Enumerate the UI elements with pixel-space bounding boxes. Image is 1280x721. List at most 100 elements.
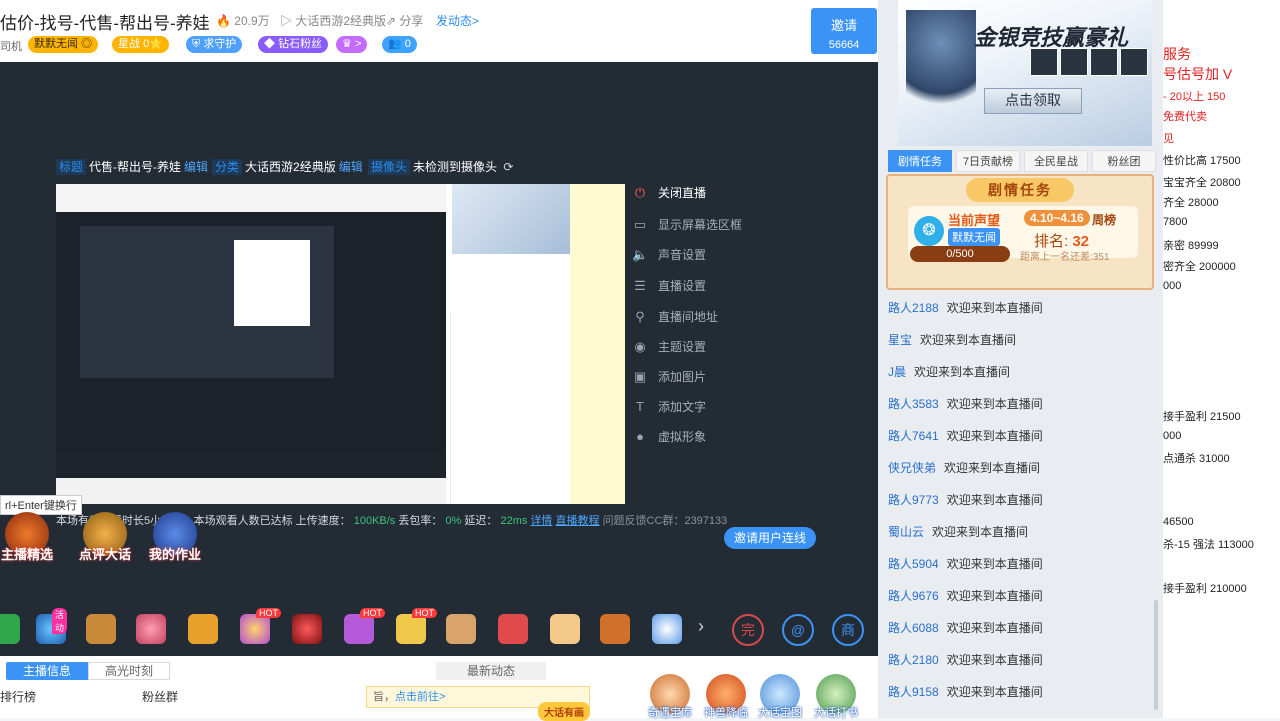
gift-item[interactable]: HOT: [240, 608, 281, 644]
tab-highlight[interactable]: 高光时刻: [88, 662, 170, 680]
event-ad-banner[interactable]: 金银竞技赢豪礼 点击领取: [898, 0, 1152, 146]
share-button[interactable]: ⇗ 分享: [386, 12, 423, 29]
gift-item[interactable]: HOT: [396, 608, 437, 644]
chat-nickname[interactable]: 路人7641: [888, 429, 939, 443]
chat-text: 欢迎来到本直播间: [946, 685, 1043, 699]
level-arrow: >: [354, 38, 362, 50]
shortcut-map[interactable]: 大话宝图: [756, 674, 804, 720]
tip-link[interactable]: 点击前往>: [395, 691, 445, 703]
camera-info: 摄像头 未检测到摄像头 ⟳: [368, 158, 513, 175]
menu-label: 关闭直播: [658, 186, 707, 200]
task-host-picks[interactable]: 主播精选: [0, 512, 56, 563]
tab-latest-news[interactable]: 最新动态: [436, 662, 546, 680]
title-edit-button[interactable]: 编辑: [184, 160, 208, 174]
task-homework[interactable]: 我的作业: [146, 512, 204, 563]
level-medal-icon: ◎: [81, 38, 93, 50]
gift-item[interactable]: [0, 614, 20, 644]
share-label: 分享: [399, 14, 424, 28]
menu-room-address[interactable]: ⚲ 直播间地址: [632, 308, 718, 328]
chat-text: 欢迎来到本直播间: [946, 429, 1043, 443]
refresh-icon[interactable]: ⟳: [500, 160, 513, 174]
tab-plot-tasks[interactable]: 剧情任务: [888, 150, 952, 172]
chat-nickname[interactable]: 路人5904: [888, 557, 939, 571]
menu-sound-settings[interactable]: 🔈 声音设置: [632, 246, 706, 266]
tab-fan-club[interactable]: 粉丝团: [1092, 150, 1156, 172]
chat-nickname[interactable]: 路人9773: [888, 493, 939, 507]
claim-button[interactable]: 点击领取: [984, 88, 1082, 114]
diamond-fan-button[interactable]: ◆ 钻石粉丝: [258, 36, 329, 53]
gift-item[interactable]: [86, 614, 116, 644]
rank-link[interactable]: 排行榜: [0, 688, 36, 705]
gift-item[interactable]: [498, 614, 528, 644]
gift-item[interactable]: [136, 614, 166, 644]
chat-nickname[interactable]: 路人2188: [888, 301, 939, 315]
hot-tag: HOT: [412, 608, 437, 618]
chat-nickname[interactable]: 路人3583: [888, 397, 939, 411]
preview-nested-sidebar: [234, 240, 310, 326]
tab-star-war[interactable]: 全民星战: [1024, 150, 1088, 172]
preview-ad-banner: [452, 184, 570, 254]
chat-nickname[interactable]: 路人9158: [888, 685, 939, 699]
chat-nickname[interactable]: 蜀山云: [888, 525, 924, 539]
menu-virtual-avatar[interactable]: ● 虚拟形象: [632, 428, 706, 448]
swirl-icon[interactable]: @: [782, 614, 814, 646]
gift-item[interactable]: [188, 614, 218, 644]
chat-nickname[interactable]: 侠兄侠弟: [888, 461, 936, 475]
invite-label: 邀请: [830, 18, 857, 33]
shortcut-treasure[interactable]: 奇遇宝库: [646, 674, 694, 720]
shortcut-beast[interactable]: 神兽降临: [702, 674, 750, 720]
gift-item[interactable]: [446, 614, 476, 644]
chat-text: 欢迎来到本直播间: [946, 589, 1043, 603]
category-edit-button[interactable]: 编辑: [339, 160, 363, 174]
screen-preview[interactable]: [56, 184, 625, 504]
character-art: [906, 10, 976, 120]
menu-theme-settings[interactable]: ◉ 主题设置: [632, 338, 706, 358]
menu-add-image[interactable]: ▣ 添加图片: [632, 368, 706, 388]
level-badge[interactable]: ♛ >: [336, 36, 368, 53]
viewers-text: 本场观看人数已达标: [193, 515, 293, 527]
gift-round-button[interactable]: 商: [832, 614, 864, 646]
power-icon: ⏻: [634, 185, 646, 200]
menu-live-settings[interactable]: ☰ 直播设置: [632, 277, 706, 297]
heat-counter: 🔥 20.9万: [216, 12, 270, 29]
menu-show-region[interactable]: ▭ 显示屏幕选区框: [632, 216, 742, 236]
chat-nickname[interactable]: J晨: [888, 365, 906, 379]
camera-info-label: 摄像头: [368, 159, 411, 175]
shortcut-book[interactable]: 大话打书: [812, 674, 860, 720]
task-review[interactable]: 点评大话: [76, 512, 134, 563]
chevron-right-icon[interactable]: ›: [698, 616, 704, 637]
category-link[interactable]: ▷ 大话西游2经典版: [280, 12, 386, 29]
chat-text: 欢迎来到本直播间: [914, 365, 1011, 379]
gift-item[interactable]: 活动: [36, 608, 68, 644]
invite-connect-button[interactable]: 邀请用户连线: [724, 527, 816, 549]
invite-button[interactable]: 邀请 56664: [811, 8, 877, 54]
gift-item[interactable]: [652, 614, 682, 644]
chat-scrollbar[interactable]: [1154, 600, 1158, 710]
follower-badge[interactable]: 👥 0: [382, 36, 417, 53]
fans-group-link[interactable]: 粉丝群: [142, 688, 178, 705]
gift-round-button[interactable]: 完: [732, 614, 764, 646]
guard-button[interactable]: ⛨ 求守护: [186, 36, 243, 53]
star-war-badge[interactable]: 星战 0⭐: [112, 36, 169, 53]
gift-item[interactable]: [600, 614, 630, 644]
tab-7day-rank[interactable]: 7日贡献榜: [956, 150, 1020, 172]
tutorial-link[interactable]: 直播教程: [556, 515, 600, 527]
gift-item[interactable]: [292, 614, 322, 644]
location-icon: ⚲: [635, 309, 645, 324]
menu-close-live[interactable]: ⏻ 关闭直播: [632, 184, 706, 204]
detail-link[interactable]: 详情: [530, 515, 552, 527]
chat-nickname[interactable]: 路人2180: [888, 653, 939, 667]
palette-icon: ◉: [634, 339, 646, 354]
tip-prefix: 旨，: [373, 691, 395, 703]
category-info-label: 分类: [212, 159, 243, 175]
user-name-badge[interactable]: 默默无闻 ◎: [28, 36, 99, 53]
post-update-link[interactable]: 发动态>: [436, 12, 479, 29]
tab-host-info[interactable]: 主播信息: [6, 662, 88, 680]
menu-add-text[interactable]: T 添加文字: [632, 398, 706, 418]
chat-nickname[interactable]: 星宝: [888, 333, 912, 347]
gift-item[interactable]: HOT: [344, 608, 385, 644]
role-label: 司机: [0, 41, 22, 53]
chat-nickname[interactable]: 路人9676: [888, 589, 939, 603]
chat-nickname[interactable]: 路人6088: [888, 621, 939, 635]
gift-item[interactable]: [550, 614, 580, 644]
